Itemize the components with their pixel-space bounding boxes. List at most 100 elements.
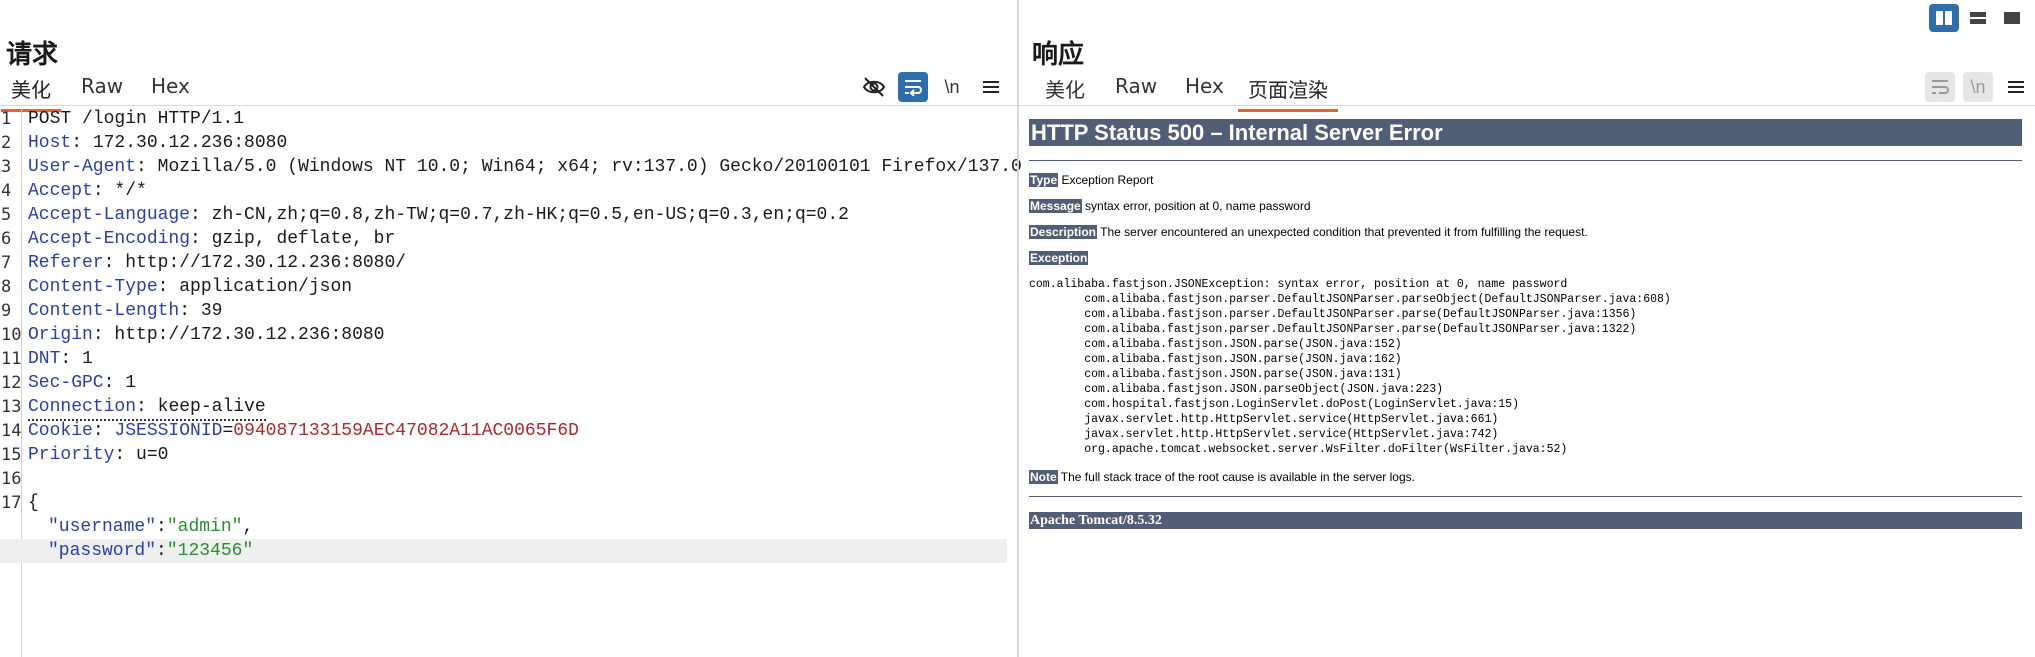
description-label: Description <box>1029 225 1098 239</box>
stack-line: com.alibaba.fastjson.JSONException: synt… <box>1029 278 1568 291</box>
code-line: 14 Cookie: JSESSIONID=094087133159AEC4708… <box>1 421 579 441</box>
tab-raw[interactable]: Raw <box>71 74 133 104</box>
line-number: 2 <box>1 133 12 153</box>
code-line: 1 POST /login HTTP/1.1 <box>0 107 1007 131</box>
stack-line: com.alibaba.fastjson.parser.DefaultJSONP… <box>1029 323 1637 336</box>
request-pane: 请求 美化 Raw Hex \n 1 POST /login HTTP/1.1 2… <box>0 0 1022 657</box>
stack-line: org.apache.tomcat.websocket.server.WsFil… <box>1029 443 1568 456</box>
code-line: 5 Accept-Language: zh-CN,zh;q=0.8,zh-TW;q… <box>1 205 849 225</box>
stack-line: com.alibaba.fastjson.JSON.parse(JSON.jav… <box>1029 353 1402 366</box>
line-number: 14 <box>1 421 22 441</box>
code-line-current: "password":"123456" <box>0 539 1007 563</box>
response-pane: 响应 美化 Raw Hex 页面渲染 \n HTTP Status 500 – … <box>1019 0 2035 657</box>
single-pane-icon[interactable] <box>1997 4 2027 32</box>
stack-line: javax.servlet.http.HttpServlet.service(H… <box>1029 428 1499 441</box>
code-line: 3 User-Agent: Mozilla/5.0 (Windows NT 10.… <box>1 157 1022 177</box>
line-number: 9 <box>1 301 12 321</box>
stack-line: com.alibaba.fastjson.JSON.parseObject(JS… <box>1029 383 1444 396</box>
code-line: 11 DNT: 1 <box>1 349 93 369</box>
header-name: Connection <box>28 397 137 417</box>
tab-hex[interactable]: Hex <box>1175 74 1234 104</box>
header-name: Accept-Encoding <box>28 229 191 249</box>
request-title: 请求 <box>6 40 59 70</box>
code-line: 6 Accept-Encoding: gzip, deflate, br <box>1 229 396 249</box>
description-value: The server encountered an unexpected con… <box>1100 225 1588 239</box>
note-value: The full stack trace of the root cause i… <box>1060 470 1415 484</box>
code-line: 4 Accept: */* <box>1 181 147 201</box>
code-line: 15 Priority: u=0 <box>1 445 169 465</box>
line-number: 5 <box>1 205 12 225</box>
line-number: 7 <box>1 253 12 273</box>
cookie-name: JSESSIONID <box>114 421 223 441</box>
wrap-icon[interactable] <box>898 72 928 102</box>
request-line: POST /login HTTP/1.1 <box>28 109 245 129</box>
tab-pretty[interactable]: 美化 <box>1035 74 1095 109</box>
code-line: 16 <box>0 467 1007 491</box>
header-value: gzip, deflate, br <box>200 229 396 249</box>
request-editor[interactable]: 1 POST /login HTTP/1.1 2 Host: 172.30.12.2… <box>0 107 1022 657</box>
header-value: application/json <box>168 277 353 297</box>
code-line: 13 Connection: keep-alive <box>0 395 1007 421</box>
stack-line: com.hospital.fastjson.LoginServlet.doPos… <box>1029 398 1519 411</box>
code-line: 10 Origin: http://172.30.12.236:8080 <box>1 325 385 345</box>
split-columns-icon[interactable] <box>1929 4 1959 32</box>
line-number: 12 <box>1 373 22 393</box>
line-number: 13 <box>1 397 22 417</box>
type-label: Type <box>1029 173 1059 187</box>
response-tabbar: 美化 Raw Hex 页面渲染 <box>1019 70 2035 112</box>
header-value: 1 <box>114 373 137 393</box>
newline-toggle[interactable]: \n <box>1963 72 1993 102</box>
json-key: "password" <box>48 541 157 561</box>
menu-icon[interactable] <box>976 72 1006 102</box>
cookie-label: Cookie <box>28 421 93 441</box>
line-number: 6 <box>1 229 12 249</box>
header-name: DNT <box>28 349 61 369</box>
stack-line: com.alibaba.fastjson.JSON.parse(JSON.jav… <box>1029 368 1402 381</box>
line-number: 16 <box>1 469 22 489</box>
description-row: Description The server encountered an un… <box>1029 224 1588 240</box>
code-line: 7 Referer: http://172.30.12.236:8080/ <box>1 253 407 273</box>
exception-row: Exception <box>1029 250 1089 266</box>
line-number: 17 <box>1 493 22 513</box>
header-value: 1 <box>71 349 93 369</box>
line-number: 10 <box>1 325 22 345</box>
header-value: http://172.30.12.236:8080 <box>103 325 385 345</box>
code-line: 17 { <box>0 491 1007 515</box>
tab-raw[interactable]: Raw <box>1105 74 1167 104</box>
response-title: 响应 <box>1032 40 1085 70</box>
wrap-icon[interactable] <box>1925 72 1955 102</box>
header-name: User-Agent <box>28 157 137 177</box>
code-line: 8 Content-Type: application/json <box>1 277 353 297</box>
note-row: Note The full stack trace of the root ca… <box>1029 469 1415 485</box>
cookie-value: 094087133159AEC47082A11AC0065F6D <box>233 421 579 441</box>
message-value: syntax error, position at 0, name passwo… <box>1085 199 1311 213</box>
menu-icon[interactable] <box>2001 72 2031 102</box>
header-name: Content-Length <box>28 301 180 321</box>
line-number: 15 <box>1 445 22 465</box>
header-name: Content-Type <box>28 277 158 297</box>
divider-line <box>1029 496 2022 497</box>
line-number: 8 <box>1 277 12 297</box>
header-name: Referer <box>28 253 104 273</box>
error-heading: HTTP Status 500 – Internal Server Error <box>1029 119 2022 146</box>
header-name: Accept-Language <box>28 205 191 225</box>
stack-line: javax.servlet.http.HttpServlet.service(H… <box>1029 413 1499 426</box>
newline-toggle[interactable]: \n <box>937 72 967 102</box>
header-name: Sec-GPC <box>28 373 104 393</box>
header-value: http://172.30.12.236:8080/ <box>114 253 407 273</box>
note-label: Note <box>1029 470 1058 484</box>
tab-render[interactable]: 页面渲染 <box>1238 74 1338 112</box>
tab-hex[interactable]: Hex <box>141 74 200 104</box>
json-key: "username" <box>48 517 157 537</box>
line-number: 11 <box>1 349 22 369</box>
divider-line <box>1029 160 2022 161</box>
exception-label: Exception <box>1029 251 1089 265</box>
stack-line: com.alibaba.fastjson.JSON.parse(JSON.jav… <box>1029 338 1402 351</box>
eye-slash-icon[interactable] <box>859 72 889 102</box>
split-rows-icon[interactable] <box>1963 4 1993 32</box>
header-name: Accept <box>28 181 93 201</box>
header-value: */* <box>103 181 147 201</box>
line-number: 4 <box>1 181 12 201</box>
header-value: 172.30.12.236:8080 <box>82 133 288 153</box>
code-line: 9 Content-Length: 39 <box>1 301 223 321</box>
